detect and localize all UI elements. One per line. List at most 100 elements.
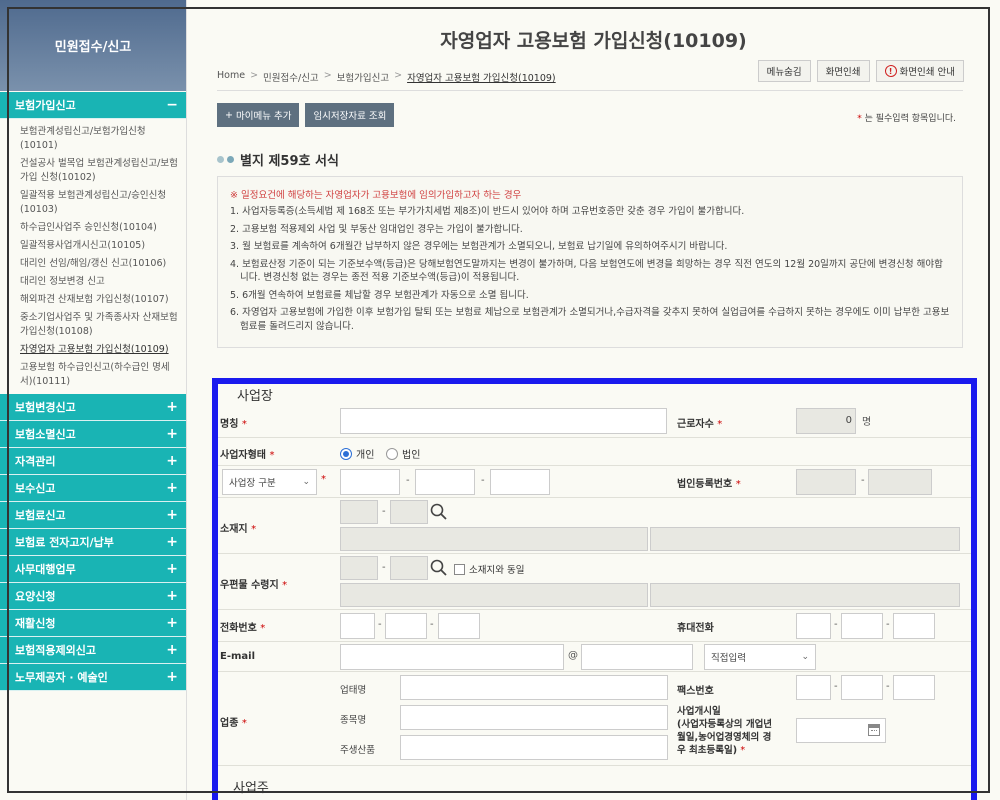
- required-star: *: [260, 623, 266, 634]
- mail-zip1-input[interactable]: [340, 556, 378, 580]
- search-icon[interactable]: [428, 557, 450, 579]
- notice-item: 4. 보험료산정 기준이 되는 기준보수액(등급)은 당해보험연도말까지는 변경…: [230, 258, 943, 284]
- phone-part1-input[interactable]: [340, 613, 375, 639]
- sidebar-subitem[interactable]: 보험관계성립신고/보험가입신청(10101): [0, 123, 186, 155]
- field-label: 업종 *: [220, 714, 247, 729]
- required-star: *: [251, 524, 257, 535]
- phone-part3-input[interactable]: [438, 613, 480, 639]
- sidebar-subitem[interactable]: 하수급인사업주 승인신청(10104): [0, 219, 186, 237]
- address-zip1-input[interactable]: [340, 500, 378, 524]
- breadcrumb: Home > 민원접수/신고 > 보험가입신고 > 자영업자 고용보험 가입신청…: [217, 70, 556, 84]
- label-text: 휴대전화: [677, 623, 714, 634]
- form-row: 우편물 수령지 * - 소재지와 동일: [218, 554, 971, 610]
- sub-label: 주생산품: [340, 745, 375, 756]
- minus-icon: −: [166, 97, 178, 113]
- breadcrumb-item[interactable]: 보험가입신고: [337, 70, 389, 84]
- sidebar-group[interactable]: 사무대행업무 +: [0, 556, 186, 583]
- sidebar-group[interactable]: 재활신청 +: [0, 610, 186, 637]
- sidebar-subitem[interactable]: 중소기업사업주 및 가족종사자 산재보험가입신청(10108): [0, 309, 186, 341]
- address-line1-input[interactable]: [340, 527, 648, 551]
- mobile-part2-input[interactable]: [841, 613, 883, 639]
- sidebar-subitem[interactable]: 건설공사 벌목업 보험관계성립신고/보험가입 신청(10102): [0, 155, 186, 187]
- sidebar-subitem[interactable]: 해외파견 산재보험 가입신청(10107): [0, 291, 186, 309]
- sidebar-subitem[interactable]: 대리인 선임/해임/갱신 신고(10106): [0, 255, 186, 273]
- email-domain-input[interactable]: [581, 644, 693, 670]
- button-label: 메뉴숨김: [766, 67, 802, 78]
- fax-part3-input[interactable]: [893, 675, 935, 700]
- breadcrumb-item[interactable]: 민원접수/신고: [263, 70, 319, 84]
- chevron-down-icon: ⌄: [302, 477, 310, 487]
- label-text: 우편물 수령지: [220, 580, 279, 591]
- biz-no-part1-input[interactable]: [340, 469, 400, 495]
- corp-no-part2-input[interactable]: [868, 469, 932, 495]
- sidebar-subitem[interactable]: 고용보험 하수급인신고(하수급인 명세서)(10111): [0, 359, 186, 391]
- sidebar-subitem[interactable]: 대리인 정보변경 신고: [0, 273, 186, 291]
- print-guide-button[interactable]: ! 화면인쇄 안내: [875, 60, 964, 82]
- plus-icon: +: [166, 561, 178, 577]
- sidebar-group[interactable]: 보험소멸신고 +: [0, 421, 186, 448]
- main-product-input[interactable]: [400, 735, 668, 760]
- breadcrumb-separator: >: [250, 70, 259, 81]
- biz-no-part2-input[interactable]: [415, 469, 475, 495]
- search-icon[interactable]: [428, 501, 450, 523]
- sidebar-group-label: 보험소멸신고: [15, 428, 76, 441]
- field-label: 명칭 *: [220, 415, 247, 430]
- plus-icon: +: [166, 426, 178, 442]
- field-label: 근로자수 *: [677, 415, 722, 430]
- hide-menu-button[interactable]: 메뉴숨김: [757, 60, 811, 82]
- phone-part2-input[interactable]: [385, 613, 427, 639]
- sidebar-header: 민원접수/신고: [0, 0, 186, 91]
- business-item-input[interactable]: [400, 705, 668, 730]
- business-type-select[interactable]: 사업장 구분 ⌄: [222, 469, 317, 495]
- notice-item: 1. 사업자등록증(소득세법 제 168조 또는 부가가치세법 제8조)이 반드…: [230, 206, 745, 217]
- label-text: 전화번호: [220, 623, 257, 634]
- same-as-address-checkbox[interactable]: 소재지와 동일: [454, 562, 524, 576]
- sidebar-group-insurance-join[interactable]: 보험가입신고 −: [0, 92, 186, 119]
- calendar-icon[interactable]: [868, 724, 880, 736]
- email-id-input[interactable]: [340, 644, 564, 670]
- button-label: 임시저장자료 조회: [313, 111, 387, 122]
- sidebar-group[interactable]: 보험료신고 +: [0, 502, 186, 529]
- corp-no-part1-input[interactable]: [796, 469, 856, 495]
- sidebar-group[interactable]: 보험료 전자고지/납부 +: [0, 529, 186, 556]
- radio-corporation[interactable]: 법인: [386, 446, 420, 461]
- radio-individual[interactable]: 개인: [340, 446, 374, 461]
- sidebar-group[interactable]: 노무제공자 · 예술인 +: [0, 664, 186, 691]
- mail-zip2-input[interactable]: [390, 556, 428, 580]
- fax-part1-input[interactable]: [796, 675, 831, 700]
- address-line2-input[interactable]: [650, 527, 960, 551]
- print-screen-button[interactable]: 화면인쇄: [816, 60, 870, 82]
- workers-value: 0: [845, 415, 852, 426]
- sidebar-group[interactable]: 요양신청 +: [0, 583, 186, 610]
- field-label: 전화번호 *: [220, 619, 265, 634]
- plus-icon: +: [225, 109, 233, 121]
- required-star: *: [282, 580, 288, 591]
- breadcrumb-home[interactable]: Home: [217, 70, 245, 84]
- plus-icon: +: [166, 453, 178, 469]
- name-input[interactable]: [340, 408, 667, 434]
- breadcrumb-current: 자영업자 고용보험 가입신청(10109): [407, 73, 556, 84]
- temp-saved-view-button[interactable]: 임시저장자료 조회: [305, 103, 395, 127]
- biz-no-part3-input[interactable]: [490, 469, 550, 495]
- label-line: 우 최초등록일): [677, 745, 738, 756]
- address-zip2-input[interactable]: [390, 500, 428, 524]
- mobile-part3-input[interactable]: [893, 613, 935, 639]
- mail-line1-input[interactable]: [340, 583, 648, 607]
- sidebar-subitem[interactable]: 일괄적용사업개시신고(10105): [0, 237, 186, 255]
- section-label-workplace: 사업장: [233, 385, 277, 404]
- sidebar-group[interactable]: 자격관리 +: [0, 448, 186, 475]
- sidebar-subitem[interactable]: 일괄적용 보험관계성립신고/승인신청(10103): [0, 187, 186, 219]
- sidebar-group[interactable]: 보험변경신고 +: [0, 394, 186, 421]
- plus-icon: +: [166, 669, 178, 685]
- add-my-menu-button[interactable]: + 마이메뉴 추가: [217, 103, 300, 127]
- mail-line2-input[interactable]: [650, 583, 960, 607]
- sidebar-group-label: 노무제공자 · 예술인: [15, 671, 108, 684]
- sidebar-group[interactable]: 보험적용제외신고 +: [0, 637, 186, 664]
- mobile-part1-input[interactable]: [796, 613, 831, 639]
- sidebar-group[interactable]: 보수신고 +: [0, 475, 186, 502]
- email-domain-select[interactable]: 직접입력 ⌄: [704, 644, 816, 670]
- required-marker: *: [321, 474, 326, 485]
- fax-part2-input[interactable]: [841, 675, 883, 700]
- sidebar-subitem-current[interactable]: 자영업자 고용보험 가입신청(10109): [0, 341, 186, 359]
- business-category-input[interactable]: [400, 675, 668, 700]
